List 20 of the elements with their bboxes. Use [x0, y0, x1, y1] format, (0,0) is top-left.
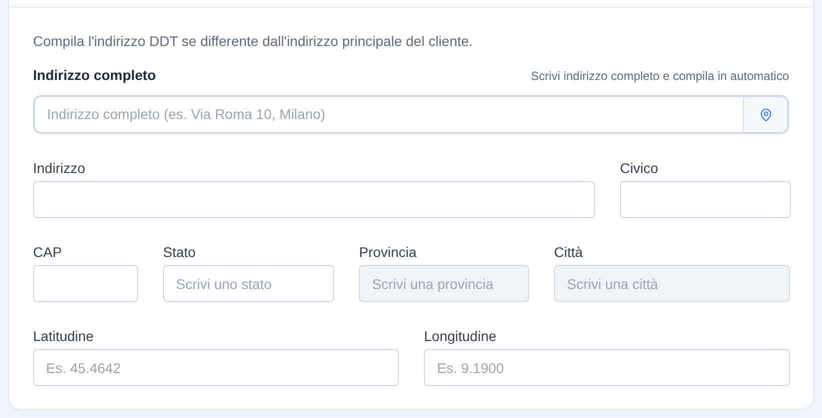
text-field[interactable]: Es. 45.4642	[33, 349, 399, 386]
locate-button[interactable]	[743, 95, 789, 134]
field-label: Città	[554, 243, 584, 262]
field-label: Latitudine	[33, 327, 95, 346]
text-field[interactable]: Scrivi uno stato	[163, 265, 334, 302]
hint-text: Scrivi indirizzo completo e compila in automatico	[530, 68, 789, 84]
text-field[interactable]	[33, 181, 595, 218]
field-label: Provincia	[359, 243, 418, 262]
description-text: Compila l'indirizzo DDT se differente dall'indirizzo principale del cliente.	[33, 32, 474, 51]
text-field[interactable]: Es. 9.1900	[424, 349, 790, 386]
field-label: Civico	[620, 159, 660, 178]
field-label: Stato	[163, 243, 197, 262]
field-label: Longitudine	[424, 327, 498, 346]
full-address-field[interactable]: Indirizzo completo (es. Via Roma 10, Milano)	[33, 95, 743, 134]
field-label: Indirizzo	[33, 159, 86, 178]
field-label: Indirizzo completo	[33, 66, 156, 85]
location-pin-icon	[758, 108, 772, 122]
text-field[interactable]	[33, 265, 138, 302]
text-field[interactable]	[620, 181, 791, 218]
field-label: CAP	[33, 243, 63, 262]
